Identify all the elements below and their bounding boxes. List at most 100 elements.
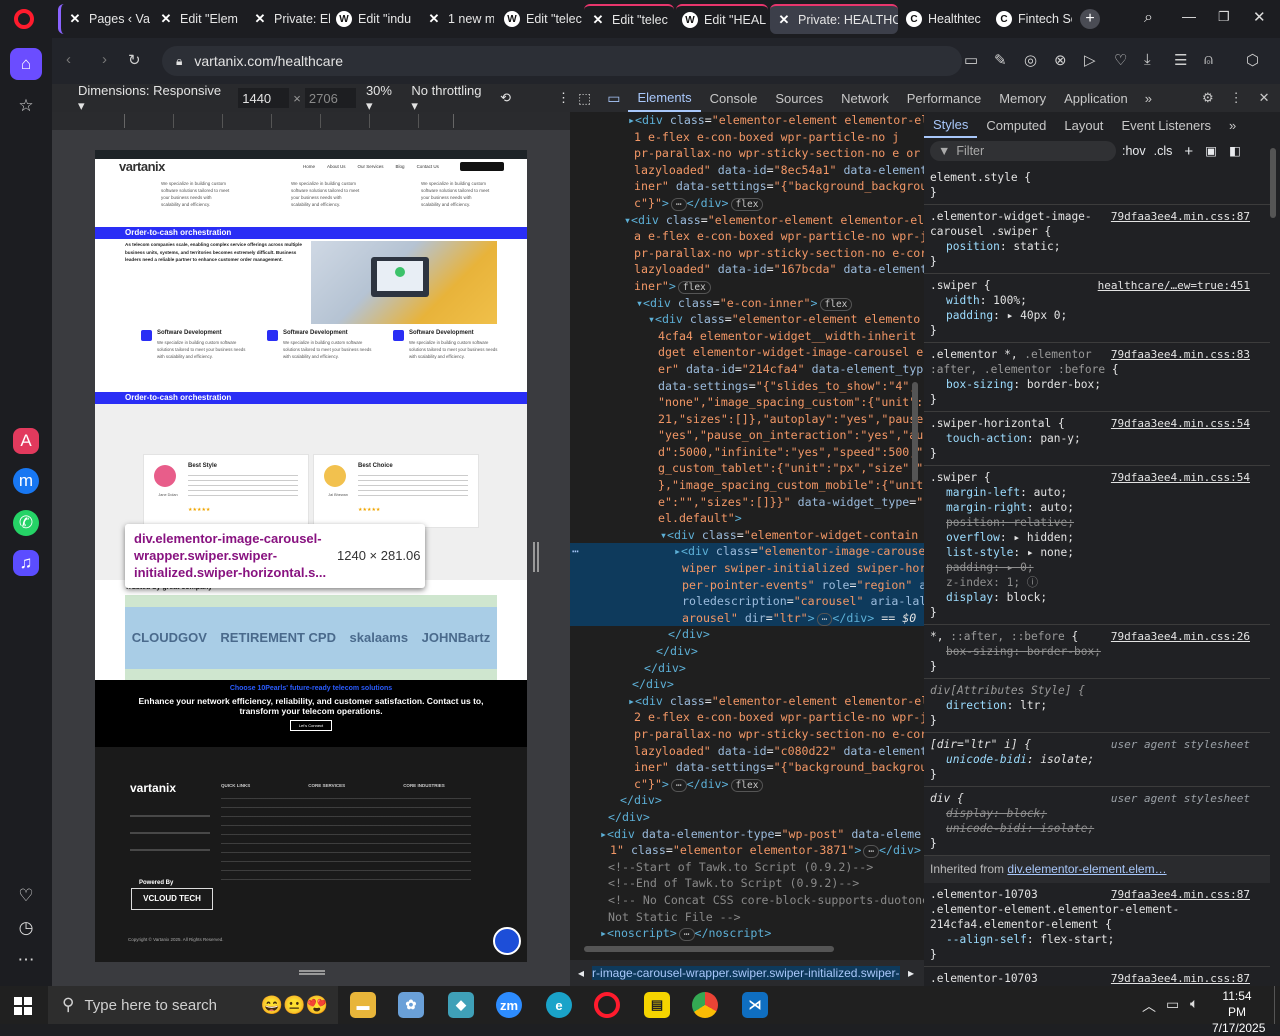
- elements-hscroll[interactable]: [584, 946, 834, 952]
- browser-tab[interactable]: C Fintech So: [990, 4, 1072, 34]
- speed-dial-icon[interactable]: ☆: [10, 90, 42, 122]
- more-icon[interactable]: ⋯: [10, 944, 42, 976]
- show-desktop[interactable]: [1274, 986, 1280, 1024]
- devtools-tab-memory[interactable]: Memory: [990, 84, 1055, 112]
- inspect-icon[interactable]: ⬚: [570, 90, 599, 107]
- devtools-tab-console[interactable]: Console: [701, 84, 767, 112]
- devtools-tab-performance[interactable]: Performance: [898, 84, 990, 112]
- breadcrumb[interactable]: r-image-carousel-wrapper.swiper.swiper-i…: [592, 966, 901, 980]
- download-icon[interactable]: ⤓: [1144, 51, 1151, 68]
- cls-button[interactable]: .cls: [1154, 144, 1173, 159]
- styles-tab-layout[interactable]: Layout: [1055, 112, 1112, 138]
- browser-tab[interactable]: ✕ Private: HEALTHC/: [770, 4, 898, 34]
- styles-tab-styles[interactable]: Styles: [924, 112, 978, 138]
- minimize-icon[interactable]: —: [1182, 8, 1196, 24]
- header-cta-button[interactable]: [460, 162, 504, 171]
- site-nav-item[interactable]: About Us: [327, 164, 346, 169]
- edit-icon[interactable]: ✎: [994, 51, 1007, 69]
- whatsapp-icon[interactable]: ✆: [13, 510, 39, 536]
- site-nav-item[interactable]: Home: [303, 164, 315, 169]
- inherited-link[interactable]: div.elementor-element.elem…: [1007, 862, 1166, 876]
- reader-icon[interactable]: ▭: [964, 51, 978, 69]
- width-input[interactable]: 1440: [238, 88, 290, 108]
- resize-handle-bottom[interactable]: [299, 970, 325, 975]
- profile-icon[interactable]: ⍝: [1204, 51, 1213, 68]
- sidebar-toggle-icon[interactable]: ◧: [1229, 144, 1241, 159]
- site-nav-item[interactable]: Blog: [396, 164, 405, 169]
- browser-tab[interactable]: W Edit "telec: [498, 4, 582, 34]
- vscode-icon[interactable]: ⋊: [742, 992, 768, 1018]
- flow-icon[interactable]: ▷: [1084, 51, 1096, 69]
- adblock-icon[interactable]: ⊗: [1054, 51, 1067, 69]
- rotate-icon[interactable]: ⟲: [500, 90, 511, 106]
- styles-more-icon[interactable]: »: [1220, 112, 1245, 138]
- chrome-icon[interactable]: [692, 992, 718, 1018]
- opera-logo-icon[interactable]: [14, 9, 34, 29]
- address-bar[interactable]: 🔒︎ vartanix.com/healthcare: [162, 46, 962, 76]
- vcloud-logo[interactable]: VCLOUD TECH: [131, 888, 213, 910]
- reload-icon[interactable]: ↻: [128, 51, 141, 69]
- device-toggle-icon[interactable]: ▭: [599, 90, 628, 107]
- settings-icon[interactable]: ⚙: [1194, 90, 1222, 106]
- opera-taskbar-icon[interactable]: [594, 992, 620, 1018]
- selected-node[interactable]: ⋯ ▸<div class="elementor-image-carouse: [570, 543, 924, 561]
- add-rule-icon[interactable]: +: [1184, 144, 1193, 159]
- cta-button[interactable]: Let's Connect: [290, 720, 332, 731]
- testimonial-carousel[interactable]: Best Style Jane Dolan ★★★★★ Best Choice Jai …: [143, 454, 479, 528]
- more-tabs-icon[interactable]: »: [1137, 91, 1160, 106]
- throttling-select[interactable]: No throttling ▾: [411, 83, 490, 114]
- zoom-select[interactable]: 30% ▾: [366, 83, 401, 114]
- network-icon[interactable]: ▭: [1166, 996, 1179, 1013]
- chat-widget-icon[interactable]: [493, 927, 521, 955]
- browser-tab[interactable]: C Healthtec: [900, 4, 988, 34]
- tab-search-icon[interactable]: ⌕: [1144, 9, 1153, 27]
- breadcrumb-next-icon[interactable]: ▸: [908, 966, 914, 980]
- site-logo[interactable]: vartanix: [119, 159, 165, 174]
- extensions-icon[interactable]: ⬡: [1246, 51, 1259, 69]
- sticky-notes-icon[interactable]: ▤: [644, 992, 670, 1018]
- easy-setup-icon[interactable]: ☰: [1174, 51, 1187, 69]
- browser-tab[interactable]: ✕ Edit "telec: [584, 4, 674, 34]
- maximize-icon[interactable]: ❐: [1218, 9, 1230, 25]
- breadcrumb-prev-icon[interactable]: ◂: [578, 966, 584, 980]
- styles-tab-computed[interactable]: Computed: [977, 112, 1055, 138]
- resize-handle-right[interactable]: [533, 542, 539, 572]
- browser-tab[interactable]: ✕ Private: Ele: [246, 4, 330, 34]
- devtools-tab-sources[interactable]: Sources: [766, 84, 832, 112]
- devtools-tab-elements[interactable]: Elements: [628, 84, 701, 112]
- snapshot-icon[interactable]: ◎: [1024, 51, 1037, 69]
- site-info-icon[interactable]: 🔒︎: [176, 54, 182, 69]
- dimensions-select[interactable]: Dimensions: Responsive ▾: [78, 83, 228, 114]
- music-player-icon[interactable]: ♫: [13, 550, 39, 576]
- close-window-icon[interactable]: ✕: [1253, 8, 1266, 26]
- elements-scrollbar[interactable]: [912, 382, 918, 482]
- tray-chevron-icon[interactable]: ︿: [1142, 996, 1156, 1016]
- edge-icon[interactable]: e: [546, 992, 572, 1018]
- favorite-icon[interactable]: ♡: [1114, 51, 1127, 69]
- new-tab-icon[interactable]: +: [1080, 9, 1100, 29]
- heart-icon[interactable]: ♡: [10, 880, 42, 912]
- site-nav-item[interactable]: Contact Us: [417, 164, 439, 169]
- browser-tab[interactable]: ✕ Edit "Elem: [152, 4, 244, 34]
- messenger-icon[interactable]: m: [13, 468, 39, 494]
- styles-tab-event-listeners[interactable]: Event Listeners: [1112, 112, 1220, 138]
- close-devtools-icon[interactable]: ✕: [1251, 90, 1278, 106]
- browser-tab[interactable]: ✕ 1 new mes: [420, 4, 494, 34]
- elements-panel[interactable]: ▸<div class="elementor-element elementor…: [570, 112, 924, 960]
- history-icon[interactable]: ◷: [10, 912, 42, 944]
- aria-icon[interactable]: A: [13, 428, 39, 454]
- site-nav-item[interactable]: Our Services: [358, 164, 384, 169]
- paint-icon[interactable]: ▣: [1205, 144, 1217, 159]
- back-icon[interactable]: ‹: [66, 51, 71, 68]
- filter-input[interactable]: ▼ Filter: [930, 141, 1116, 161]
- hov-button[interactable]: :hov: [1122, 144, 1146, 159]
- start-button-icon[interactable]: [14, 997, 32, 1015]
- height-input[interactable]: 2706: [304, 88, 356, 108]
- clock[interactable]: 11:54 PM 7/17/2025: [1212, 988, 1265, 1036]
- forward-icon[interactable]: ›: [102, 51, 107, 68]
- paint-app-icon[interactable]: ✿: [398, 992, 424, 1018]
- devtools-tab-application[interactable]: Application: [1055, 84, 1137, 112]
- devtools-tab-network[interactable]: Network: [832, 84, 898, 112]
- zoom-icon[interactable]: zm: [496, 992, 522, 1018]
- browser-tab[interactable]: W Edit "HEAL: [676, 4, 768, 34]
